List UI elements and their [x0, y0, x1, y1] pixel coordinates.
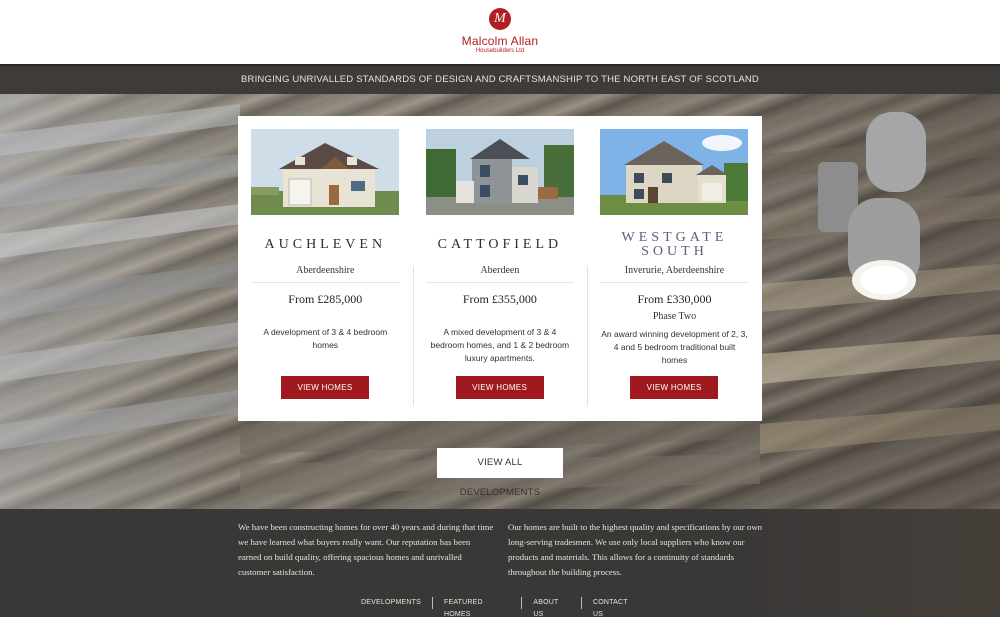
footer-nav: DEVELOPMENTS FEATURED HOMES ABOUT US CON… — [350, 597, 650, 617]
development-card: WESTGATE SOUTH Inverurie, Aberdeenshire … — [587, 116, 762, 421]
view-homes-button[interactable]: VIEW HOMES — [455, 376, 544, 399]
logo-company-subtitle: Housebuilders Ltd — [475, 48, 525, 54]
company-logo[interactable]: M Malcolm Allan Housebuilders Ltd — [440, 8, 560, 60]
development-title: CATTOFIELD — [437, 237, 563, 252]
development-location: Aberdeen — [425, 265, 575, 283]
development-card: CATTOFIELD Aberdeen From £355,000 A mixe… — [412, 116, 588, 421]
logo-mark-icon: M — [489, 8, 511, 30]
auchleven-house-image[interactable] — [251, 129, 400, 215]
site-footer: We have been constructing homes for over… — [0, 509, 1000, 617]
development-price: From £355,000 — [462, 292, 537, 306]
westgate-south-house-image[interactable] — [600, 129, 749, 215]
site-header: M Malcolm Allan Housebuilders Ltd — [0, 0, 1000, 64]
logo-company-name: Malcolm Allan — [461, 34, 539, 48]
footer-about-text: We have been constructing homes for over… — [238, 522, 494, 577]
cattofield-house-image[interactable] — [425, 129, 574, 215]
development-price: From £330,000 — [637, 292, 712, 306]
development-description: An award winning development of 2, 3, 4 … — [601, 329, 748, 365]
footer-quality-text: Our homes are built to the highest quali… — [508, 522, 763, 577]
footer-link-developments[interactable]: DEVELOPMENTS — [350, 597, 432, 609]
development-location: Inverurie, Aberdeenshire — [600, 265, 749, 283]
footer-link-contact-us[interactable]: CONTACT US — [580, 597, 650, 617]
view-homes-button[interactable]: VIEW HOMES — [630, 376, 719, 399]
view-all-developments-button[interactable]: VIEW ALL DEVELOPMENTS — [437, 448, 563, 498]
development-title: AUCHLEVEN — [264, 237, 387, 252]
wall-lamp-image — [818, 112, 926, 300]
development-price: From £285,000 — [288, 292, 363, 306]
footer-link-about-us[interactable]: ABOUT US — [521, 597, 581, 617]
development-description: A development of 3 & 4 bedroom homes — [263, 327, 388, 350]
development-card: AUCHLEVEN Aberdeenshire From £285,000 A … — [238, 116, 413, 421]
developments-panel: AUCHLEVEN Aberdeenshire From £285,000 A … — [238, 116, 762, 421]
tagline-bar: BRINGING UNRIVALLED STANDARDS OF DESIGN … — [0, 64, 1000, 94]
development-location: Aberdeenshire — [251, 265, 400, 283]
footer-link-featured-homes[interactable]: FEATURED HOMES — [431, 597, 521, 617]
development-title: WESTGATE SOUTH — [621, 230, 728, 259]
view-homes-button[interactable]: VIEW HOMES — [281, 376, 369, 399]
development-description: A mixed development of 3 & 4 bedroom hom… — [430, 327, 570, 363]
development-phase: Phase Two — [652, 311, 697, 322]
